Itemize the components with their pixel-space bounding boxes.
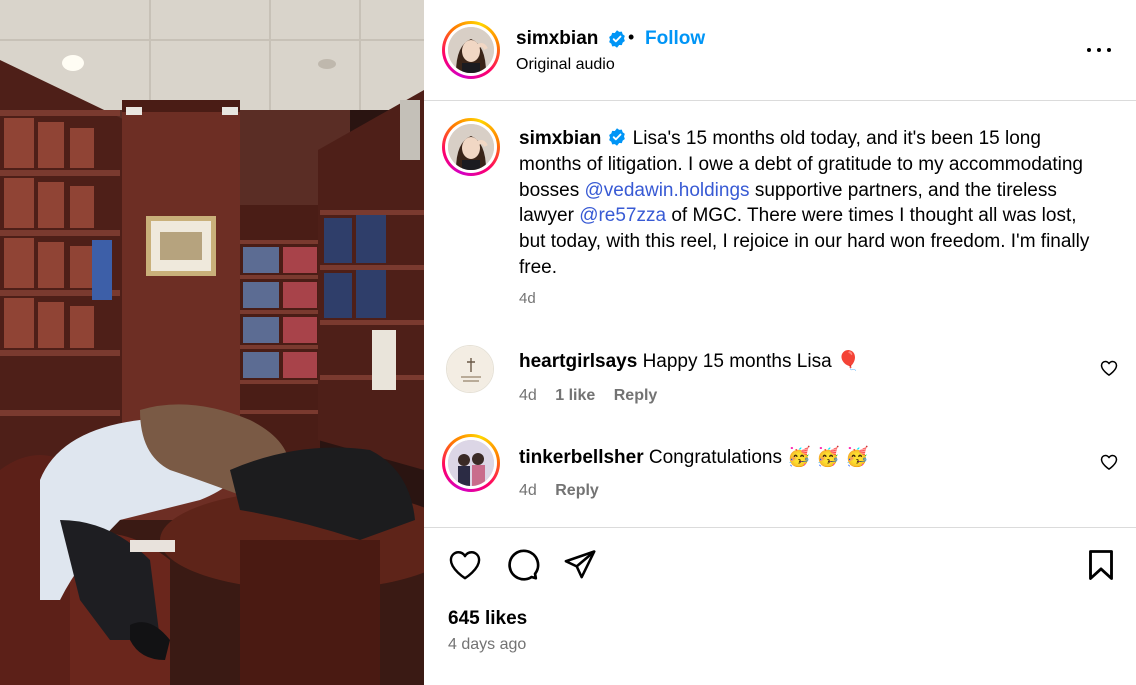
comment-timestamp[interactable]: 4d xyxy=(519,482,537,499)
verified-badge-icon xyxy=(609,30,625,48)
author-username[interactable]: simxbian xyxy=(516,28,598,50)
audio-label[interactable]: Original audio xyxy=(516,56,615,74)
caption-author-avatar[interactable] xyxy=(442,118,500,176)
caption-text: simxbian Lisa's 15 months old today, and… xyxy=(519,126,1104,281)
commenter-avatar[interactable] xyxy=(442,434,500,492)
reply-button[interactable]: Reply xyxy=(555,482,599,499)
comment-text: heartgirlsays Happy 15 months Lisa 🎈 xyxy=(519,349,861,373)
follow-button[interactable]: Follow xyxy=(645,28,705,50)
comment-body: Happy 15 months Lisa 🎈 xyxy=(642,351,861,372)
caption-timestamp[interactable]: 4d xyxy=(519,290,536,307)
post-date[interactable]: 4 days ago xyxy=(448,636,526,654)
caption-username[interactable]: simxbian xyxy=(519,128,601,149)
comment-username[interactable]: tinkerbellsher xyxy=(519,447,644,468)
comment-likes[interactable]: 1 like xyxy=(555,387,595,404)
comment-body: Congratulations 🥳 🥳 🥳 xyxy=(648,447,869,468)
bookmark-icon[interactable] xyxy=(1083,547,1119,583)
post-header: simxbian • Follow Original audio xyxy=(424,0,1136,101)
commenter-avatar[interactable] xyxy=(446,345,494,393)
mention-vedawin[interactable]: @vedawin.holdings xyxy=(584,180,749,201)
reel-video[interactable] xyxy=(0,0,424,685)
actions-divider xyxy=(424,527,1136,528)
comment-text: tinkerbellsher Congratulations 🥳 🥳 🥳 xyxy=(519,445,869,469)
author-avatar-image xyxy=(448,27,494,73)
reel-video-frame xyxy=(0,0,424,685)
post-panel: simxbian • Follow Original audio simxbia… xyxy=(424,0,1136,685)
comment-like-heart-icon[interactable] xyxy=(1099,452,1119,472)
comment-username[interactable]: heartgirlsays xyxy=(519,351,637,372)
comment-bubble-icon[interactable] xyxy=(504,547,540,583)
comment-meta: 4d 1 like Reply xyxy=(519,387,671,405)
caption-verified-badge-icon xyxy=(609,128,626,146)
comment-meta: 4d Reply xyxy=(519,482,613,500)
comment-like-heart-icon[interactable] xyxy=(1099,358,1119,378)
likes-count[interactable]: 645 likes xyxy=(448,608,527,630)
paper-plane-icon[interactable] xyxy=(562,547,598,583)
caption-author-avatar-image xyxy=(448,124,494,170)
heart-icon[interactable] xyxy=(447,547,483,583)
comment-timestamp[interactable]: 4d xyxy=(519,387,537,404)
author-avatar[interactable] xyxy=(442,21,500,79)
more-options-icon[interactable] xyxy=(1086,34,1112,64)
header-separator: • xyxy=(628,27,635,47)
reply-button[interactable]: Reply xyxy=(614,387,658,404)
mention-re57zza[interactable]: @re57zza xyxy=(579,205,666,226)
commenter-avatar-image xyxy=(448,440,494,486)
commenter-avatar-image xyxy=(447,346,493,392)
